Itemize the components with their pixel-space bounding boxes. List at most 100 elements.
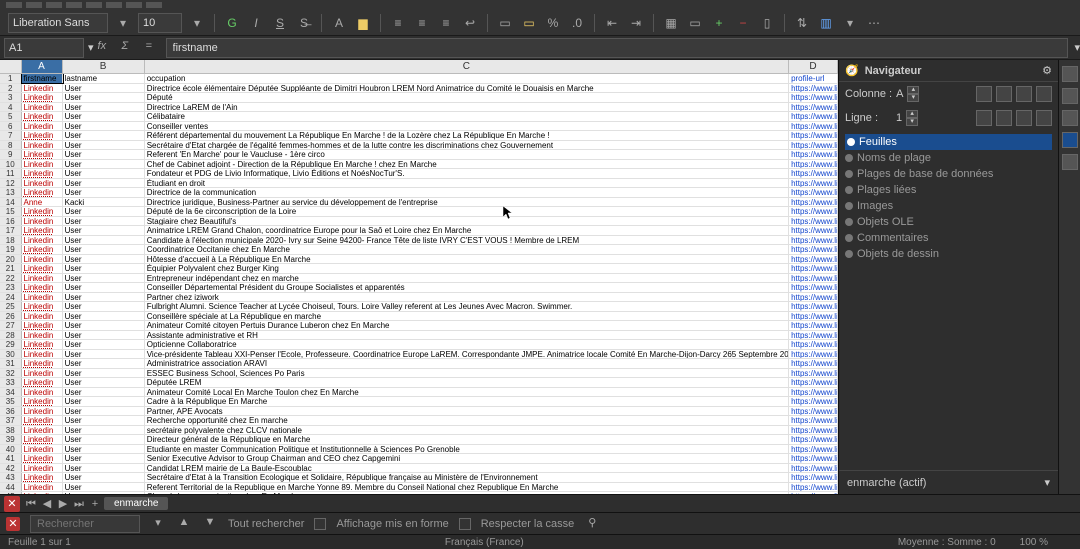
sheet-tab[interactable]: enmarche [104, 497, 168, 510]
insert-row-icon[interactable]: + [710, 14, 728, 32]
cell[interactable]: Linkedin [22, 93, 63, 102]
cell[interactable]: Stagiaire chez Beautiful's [145, 217, 789, 226]
row-header[interactable]: 42 [0, 464, 22, 473]
sum-icon[interactable]: Σ [122, 40, 138, 56]
cell[interactable]: Linkedin [22, 473, 63, 482]
cell[interactable]: User [63, 388, 145, 397]
cell[interactable]: Assistante administrative et RH [145, 331, 789, 340]
cell[interactable]: Conseillère spéciale at La République en… [145, 312, 789, 321]
cell[interactable]: Linkedin [22, 150, 63, 159]
underline-icon[interactable]: S [271, 14, 289, 32]
cell[interactable]: User [63, 217, 145, 226]
cell[interactable]: User [63, 122, 145, 131]
tree-node[interactable]: Noms de plage [845, 150, 1052, 166]
row-header[interactable]: 4 [0, 103, 22, 112]
cell[interactable]: User [63, 416, 145, 425]
cell[interactable]: https://www.li [789, 426, 838, 435]
row-header[interactable]: 18 [0, 236, 22, 245]
col-header-d[interactable]: D [789, 60, 838, 73]
align-left-icon[interactable]: ≡ [389, 14, 407, 32]
tree-node[interactable]: Plages liées [845, 182, 1052, 198]
table-row[interactable]: 32LinkedinUserESSEC Business School, Sci… [0, 369, 838, 379]
cell[interactable]: Coordinatrice Occitanie chez En Marche [145, 245, 789, 254]
cell[interactable]: User [63, 179, 145, 188]
cell[interactable]: User [63, 340, 145, 349]
cell[interactable]: Hôtesse d'accueil à La République En Mar… [145, 255, 789, 264]
table-row[interactable]: 11LinkedinUserFondateur et PDG de Livio … [0, 169, 838, 179]
tree-node[interactable]: Feuilles [845, 134, 1052, 150]
tree-node[interactable]: Objets de dessin [845, 246, 1052, 262]
cell[interactable]: User [63, 331, 145, 340]
cell[interactable]: Députée LREM [145, 378, 789, 387]
table-row[interactable]: 17LinkedinUserAnimatrice LREM Grand Chal… [0, 226, 838, 236]
nav-icon[interactable] [996, 110, 1012, 126]
cell[interactable]: https://www.li [789, 217, 838, 226]
table-row[interactable]: 22LinkedinUserEntrepreneur indépendant c… [0, 274, 838, 284]
cell[interactable]: Référent départemental du mouvement La R… [145, 131, 789, 140]
cell[interactable]: Fulbright Alumni. Science Teacher at Lyc… [145, 302, 789, 311]
cell[interactable]: User [63, 93, 145, 102]
cell[interactable]: Linkedin [22, 122, 63, 131]
table-row[interactable]: 38LinkedinUsersecrétaire polyvalente che… [0, 426, 838, 436]
tree-node[interactable]: Commentaires [845, 230, 1052, 246]
more-icon[interactable]: ⋯ [865, 14, 883, 32]
formula-input[interactable] [166, 38, 1069, 58]
cell[interactable]: secrétaire polyvalente chez CLCV nationa… [145, 426, 789, 435]
cell[interactable]: User [63, 435, 145, 444]
cell[interactable]: User [63, 492, 145, 494]
currency-icon[interactable]: ▭ [520, 14, 538, 32]
cell[interactable]: https://www.li [789, 160, 838, 169]
search-input[interactable] [30, 515, 140, 533]
cell[interactable]: Senior Executive Advisor to Group Chairm… [145, 454, 789, 463]
cell[interactable]: Linkedin [22, 160, 63, 169]
cell[interactable]: User [63, 169, 145, 178]
cell[interactable]: Anne [22, 198, 63, 207]
cell[interactable]: Directrice LaREM de l'Ain [145, 103, 789, 112]
cell[interactable]: User [63, 464, 145, 473]
cell[interactable]: https://www.li [789, 293, 838, 302]
row-header[interactable]: 20 [0, 255, 22, 264]
table-row[interactable]: 18LinkedinUserCandidate à l'élection mun… [0, 236, 838, 246]
cell[interactable]: Kacki [63, 198, 145, 207]
table-row[interactable]: 36LinkedinUserPartner, APE Avocatshttps:… [0, 407, 838, 417]
row-header[interactable]: 40 [0, 445, 22, 454]
dropdown-icon[interactable]: ▾ [188, 14, 206, 32]
cell[interactable]: firstname [22, 74, 63, 83]
cell[interactable]: Cadre à la République En Marche [145, 397, 789, 406]
nav-icon[interactable] [1036, 86, 1052, 102]
table-row[interactable]: 31LinkedinUserAdministratrice associatio… [0, 359, 838, 369]
table-row[interactable]: 19LinkedinUserCoordinatrice Occitanie ch… [0, 245, 838, 255]
indent-inc-icon[interactable]: ⇥ [627, 14, 645, 32]
filter-icon[interactable]: ▾ [841, 14, 859, 32]
cell[interactable]: lastname [63, 74, 145, 83]
row-header[interactable]: 16 [0, 217, 22, 226]
expand-formula-icon[interactable]: ▾ [1074, 41, 1080, 54]
cell[interactable]: User [63, 255, 145, 264]
formatted-checkbox[interactable] [314, 518, 326, 530]
cell[interactable]: https://www.li [789, 416, 838, 425]
cell[interactable]: User [63, 445, 145, 454]
cell[interactable]: Chargé de communication chez En Marche [145, 492, 789, 494]
table-row[interactable]: 37LinkedinUserRecherche opportunité chez… [0, 416, 838, 426]
table-row[interactable]: 44LinkedinUserReferent Territorial de la… [0, 483, 838, 493]
row-header[interactable]: 39 [0, 435, 22, 444]
cell[interactable]: User [63, 274, 145, 283]
cell[interactable]: https://www.li [789, 207, 838, 216]
cell[interactable]: Directrice école élémentaire Députée Sup… [145, 84, 789, 93]
nav-icon[interactable] [1036, 110, 1052, 126]
cell[interactable]: https://www.li [789, 245, 838, 254]
cell[interactable]: User [63, 483, 145, 492]
cell[interactable]: User [63, 378, 145, 387]
row-header[interactable]: 41 [0, 454, 22, 463]
find-options-icon[interactable]: ⚲ [584, 516, 600, 532]
last-sheet-icon[interactable]: ⏭ [72, 497, 86, 511]
dropdown-icon[interactable]: ▾ [150, 516, 166, 532]
cell[interactable]: Etudiante en master Communication Politi… [145, 445, 789, 454]
row-header[interactable]: 19 [0, 245, 22, 254]
cell[interactable]: User [63, 141, 145, 150]
cell[interactable]: User [63, 454, 145, 463]
col-header-c[interactable]: C [145, 60, 790, 73]
table-row[interactable]: 13LinkedinUserDirectrice de la communica… [0, 188, 838, 198]
table-row[interactable]: 2LinkedinUserDirectrice école élémentair… [0, 84, 838, 94]
cell[interactable]: Linkedin [22, 464, 63, 473]
